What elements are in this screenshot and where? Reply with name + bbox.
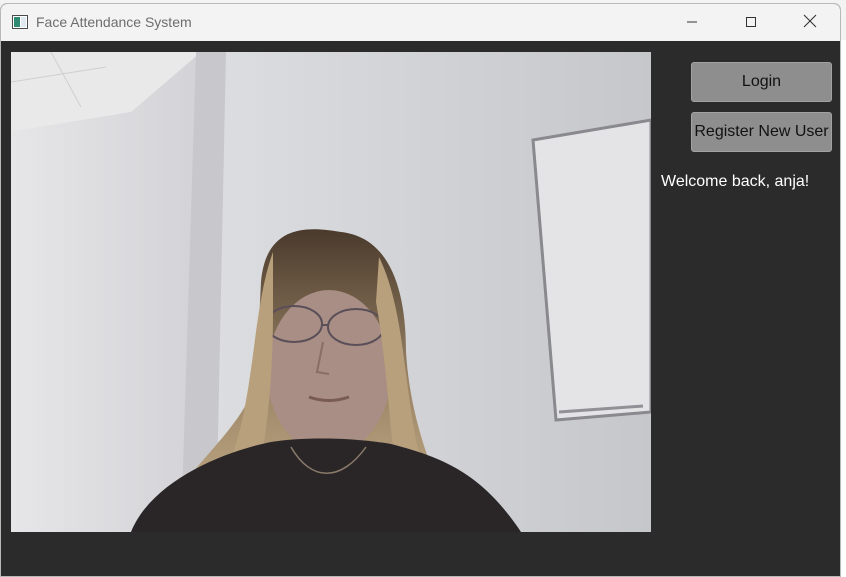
minimize-icon [686, 13, 698, 32]
register-new-user-button[interactable]: Register New User [691, 112, 832, 152]
login-button[interactable]: Login [691, 62, 832, 102]
maximize-icon [745, 13, 757, 32]
title-bar[interactable]: Face Attendance System [1, 4, 840, 41]
app-window: Face Attendance System Login Register Ne… [0, 3, 841, 577]
close-button[interactable] [787, 4, 833, 41]
maximize-button[interactable] [728, 4, 774, 41]
close-icon [803, 13, 817, 32]
app-window-icon [12, 14, 28, 29]
client-area: Login Register New User Welcome back, an… [1, 41, 840, 576]
welcome-message: Welcome back, anja! [661, 173, 810, 190]
window-title: Face Attendance System [36, 14, 192, 30]
minimize-button[interactable] [669, 4, 715, 41]
webcam-image [11, 52, 651, 532]
webcam-feed [11, 52, 651, 532]
